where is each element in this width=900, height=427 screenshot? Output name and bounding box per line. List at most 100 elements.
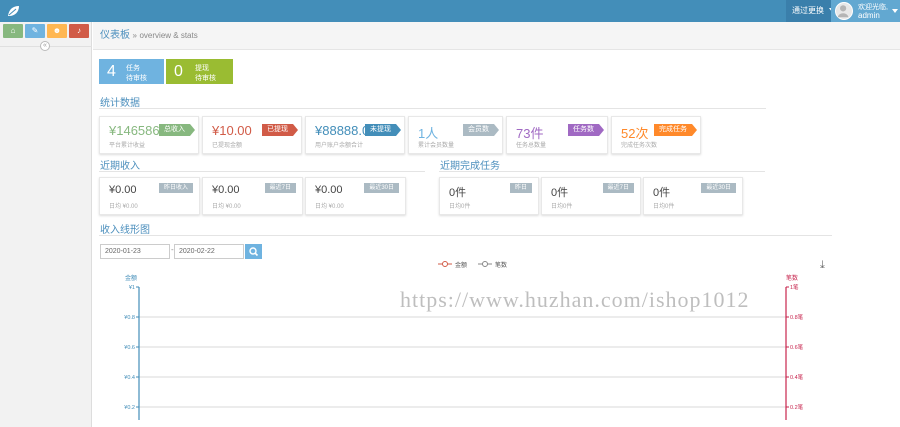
chart-divider xyxy=(99,235,832,236)
breadcrumb-home-link[interactable]: 仪表板 xyxy=(100,30,130,41)
stat-value: ¥0.00 xyxy=(212,184,240,196)
user-name: admin xyxy=(858,11,880,20)
stat-badge: 未提现 xyxy=(365,124,401,136)
infobox-subtitle: 待审核 xyxy=(126,75,147,82)
left-axis-tick: ¥0.2 xyxy=(124,405,135,411)
stat-value: 0件 xyxy=(653,187,671,199)
stat-value: ¥0.00 xyxy=(109,184,137,196)
stat-badge: 最近7日 xyxy=(264,183,296,193)
infobox-title: 任务 xyxy=(126,65,140,72)
home-icon: ⌂ xyxy=(10,26,16,35)
left-axis-tick: ¥0.8 xyxy=(124,315,135,321)
right-axis-tick: 0.4笔 xyxy=(790,373,804,381)
left-axis-title: 金额 xyxy=(125,274,137,282)
shortcut-users-button[interactable]: ☻ xyxy=(47,24,67,38)
right-axis-tick: 0.6笔 xyxy=(790,343,804,351)
stat-badge: 最近30日 xyxy=(364,183,399,193)
breadcrumb-subtitle: overview & stats xyxy=(139,31,198,40)
stats-divider xyxy=(99,108,766,109)
stat-badge: 总收入 xyxy=(159,124,195,136)
stat-badge: 最近7日 xyxy=(602,183,634,193)
stat-value: ¥0.00 xyxy=(315,184,343,196)
stat-card: ¥146586.0 平台累计收益 总收入 xyxy=(99,116,199,154)
shortcut-bell-button[interactable]: ♪ xyxy=(69,24,89,38)
recent-tasks-title: 近期完成任务 xyxy=(440,161,500,172)
sidebar-shortcuts: ⌂ ✎ ☻ ♪ xyxy=(3,24,89,42)
stat-label: 日均0件 xyxy=(653,204,675,210)
shortcut-pencil-button[interactable]: ✎ xyxy=(25,24,45,38)
stat-card: ¥88888.00 用户账户余额合计 未提现 xyxy=(305,116,405,154)
infobox-subtitle: 待审核 xyxy=(195,75,216,82)
income-chart-title: 收入线形图 xyxy=(100,225,150,236)
main-content: 仪表板 » overview & stats 4 任务 待审核 0 提现 待审核… xyxy=(93,22,900,427)
left-axis-tick: ¥0.4 xyxy=(124,375,135,381)
right-axis-tick: 0.8笔 xyxy=(790,313,804,321)
recent-income-title: 近期收入 xyxy=(100,161,140,172)
stat-badge: 已提现 xyxy=(262,124,298,136)
stat-badge: 昨日 xyxy=(509,183,532,193)
user-avatar xyxy=(835,2,853,20)
stat-label: 日均 ¥0.00 xyxy=(212,204,241,210)
legend-marker xyxy=(482,261,488,267)
stat-card: ¥0.00 日均 ¥0.00 最近7日 xyxy=(202,177,303,215)
stat-label: 任务总数量 xyxy=(516,143,547,149)
stat-card: 0件日均0件 最近7日 xyxy=(541,177,641,215)
shortcut-home-button[interactable]: ⌂ xyxy=(3,24,23,38)
stat-badge: 昨日收入 xyxy=(158,183,193,193)
stat-card: ¥0.00 日均 ¥0.00 昨日收入 xyxy=(99,177,200,215)
legend-label: 金额 xyxy=(455,261,467,269)
stat-label: 平台累计收益 xyxy=(109,143,146,149)
stat-badge: 最近30日 xyxy=(701,183,736,193)
stat-card: ¥10.00 已提现金额 已提现 xyxy=(202,116,302,154)
income-line-chart: 金额 笔数金额 笔数¥1¥0.8¥0.6¥0.4¥0.21笔0.8笔0.6笔0.4笔… xyxy=(124,261,804,420)
right-axis-tick: 1笔 xyxy=(790,283,799,291)
stat-badge: 完成任务 xyxy=(654,124,697,136)
recent-tasks-divider xyxy=(439,171,765,172)
stat-label: 用户账户余额合计 xyxy=(315,143,364,149)
infobox-pending-tasks[interactable]: 4 任务 待审核 xyxy=(99,59,164,84)
users-icon: ☻ xyxy=(52,26,62,35)
infobox-value: 4 xyxy=(107,63,116,80)
left-axis-tick: ¥1 xyxy=(129,285,135,291)
sidebar: ⌂ ✎ ☻ ♪ « xyxy=(0,22,92,427)
stat-card: ¥0.00 日均 ¥0.00 最近30日 xyxy=(305,177,406,215)
stat-label: 日均0件 xyxy=(449,204,471,210)
bell-icon: ♪ xyxy=(77,26,81,35)
stat-value: ¥10.00 xyxy=(212,123,252,138)
infobox-value: 0 xyxy=(174,63,183,80)
stat-label: 日均 ¥0.00 xyxy=(315,204,344,210)
stats-section-title: 统计数据 xyxy=(100,98,140,109)
breadcrumb-separator: » xyxy=(132,31,137,40)
stat-value: 0件 xyxy=(449,187,467,199)
stat-badge: 会员数 xyxy=(463,124,499,136)
stat-badge: 任务数 xyxy=(568,124,604,136)
stat-label: 完成任务次数 xyxy=(621,143,658,149)
sidebar-collapse-button[interactable]: « xyxy=(40,41,50,51)
stat-card: 52次 完成任务次数 完成任务 xyxy=(611,116,701,154)
right-axis-tick: 0.2笔 xyxy=(790,403,804,411)
stat-card: 0件日均0件 昨日 xyxy=(439,177,539,215)
user-silhouette-icon xyxy=(837,5,849,18)
theme-switch-label: 通过更换 xyxy=(792,6,824,15)
double-chevron-left-icon: « xyxy=(43,42,47,49)
infobox-title: 提现 xyxy=(195,65,209,72)
user-menu[interactable]: 欢迎光临, admin xyxy=(831,0,900,22)
pencil-icon: ✎ xyxy=(31,26,39,35)
chevron-down-icon xyxy=(892,9,898,13)
legend-marker xyxy=(442,261,448,267)
left-axis-tick: ¥0.6 xyxy=(124,345,135,351)
stat-label: 日均 ¥0.00 xyxy=(109,204,138,210)
stat-label: 日均0件 xyxy=(551,204,573,210)
stat-card: 0件日均0件 最近30日 xyxy=(643,177,743,215)
breadcrumb: 仪表板 » overview & stats xyxy=(93,22,900,50)
watermark: https://www.huzhan.com/ishop1012 xyxy=(400,287,750,312)
infobox-pending-withdrawals[interactable]: 0 提现 待审核 xyxy=(166,59,233,84)
stat-label: 累计会员数量 xyxy=(418,143,455,149)
recent-income-divider xyxy=(99,171,425,172)
stat-card: 1人 累计会员数量 会员数 xyxy=(408,116,503,154)
stat-value: 0件 xyxy=(551,187,569,199)
leaf-logo-icon[interactable] xyxy=(7,5,20,17)
stat-label: 已提现金额 xyxy=(212,143,243,149)
stat-card: 73件 任务总数量 任务数 xyxy=(506,116,608,154)
legend-label: 笔数 xyxy=(495,261,507,269)
